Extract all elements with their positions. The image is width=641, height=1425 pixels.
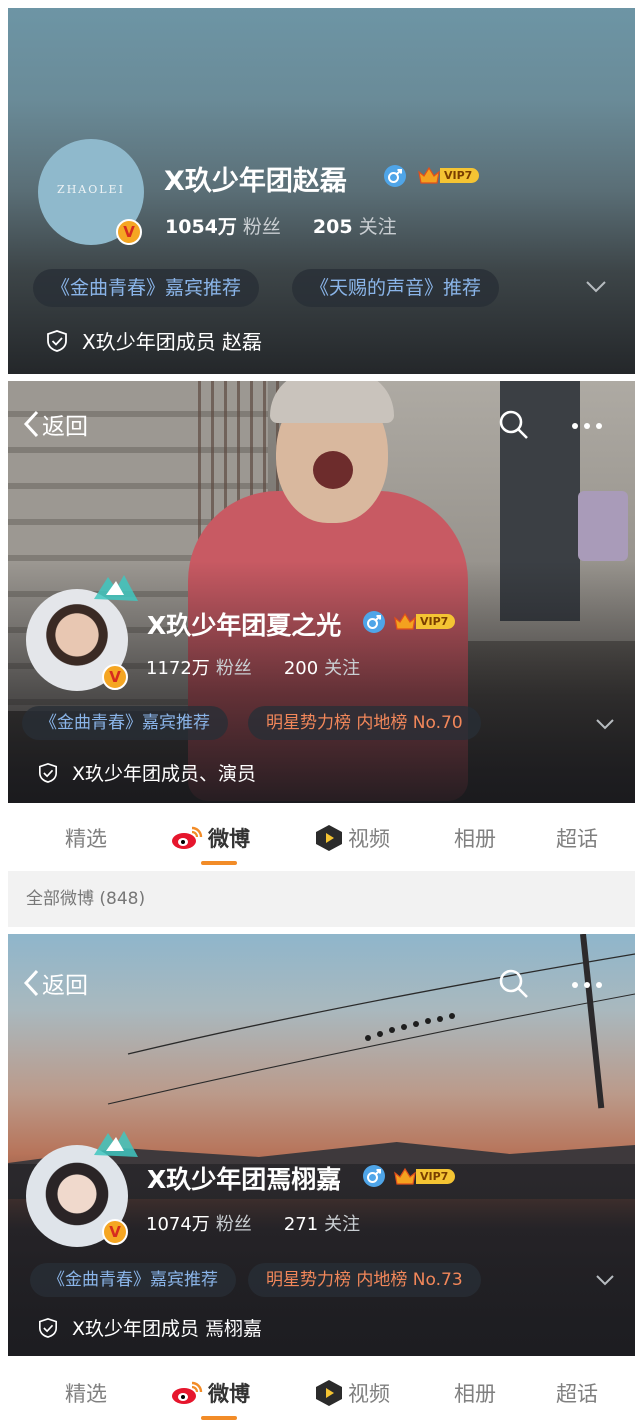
verified-badge-icon: V (102, 1219, 128, 1245)
follow-label: 关注 (324, 1214, 361, 1235)
fans-count: 1054万 (165, 216, 237, 238)
tag-jinqu-qingchun[interactable]: 《金曲青春》嘉宾推荐 (30, 1263, 236, 1297)
avatar-frame-decoration (94, 1131, 138, 1157)
male-icon (363, 611, 385, 633)
chevron-down-icon[interactable] (595, 1274, 615, 1287)
stats-row: 1074万 粉丝 271 关注 (146, 1210, 360, 1236)
tag-jinqu-qingchun[interactable]: 《金曲青春》嘉宾推荐 (33, 269, 260, 307)
back-label: 返回 (42, 414, 88, 440)
verification-text: X玖少年团成员、演员 (72, 763, 257, 785)
profile-header-xiazhiguang: 返回 V X玖少年团夏之光 VIP7 1172万 粉丝 200 关注 《金曲青春》嘉宾… (8, 381, 635, 927)
back-button[interactable]: 返回 (22, 407, 88, 441)
tab-super-topic[interactable]: 超话 (556, 1378, 598, 1408)
follow-count: 205 (312, 216, 353, 238)
verification-text: X玖少年团成员 焉栩嘉 (72, 1318, 263, 1340)
profile-tab-bar: 精选 微博 视频 相册 超话 (8, 1360, 635, 1425)
tag-star-ranking[interactable]: 明星势力榜 内地榜 No.70 (248, 706, 481, 740)
vip-crown-icon (394, 1167, 416, 1185)
vip-crown-icon (418, 166, 440, 184)
weibo-logo-icon (172, 826, 203, 849)
back-label: 返回 (42, 973, 88, 999)
tag-tianci-shengyin[interactable]: 《天赐的声音》推荐 (292, 269, 500, 307)
follow-stat[interactable]: 205 关注 (313, 216, 397, 238)
vip-badge[interactable]: VIP7 (394, 612, 456, 630)
vip-level: VIP7 (440, 167, 480, 183)
follow-label: 关注 (324, 658, 361, 679)
verification-row: X玖少年团成员、演员 (38, 759, 256, 786)
tab-featured[interactable]: 精选 (65, 823, 107, 853)
fans-label: 粉丝 (242, 216, 281, 238)
back-button[interactable]: 返回 (22, 966, 88, 1000)
tab-weibo-label: 微博 (208, 827, 250, 851)
verification-row: X玖少年团成员 赵磊 (46, 326, 262, 355)
profile-header-yanxujia: 返回 V X玖少年团焉栩嘉 VIP7 1074万 粉丝 271 关注 《金曲青春》嘉宾… (8, 934, 635, 1425)
chevron-down-icon[interactable] (585, 280, 607, 294)
shield-check-icon (39, 762, 57, 783)
avatar-frame-decoration (94, 575, 138, 601)
tab-featured[interactable]: 精选 (65, 1378, 107, 1408)
verified-badge-icon: V (102, 664, 128, 690)
follow-count: 200 (283, 658, 319, 679)
tab-weibo[interactable]: 微博 (170, 823, 250, 853)
search-icon[interactable] (498, 968, 530, 1000)
tab-video-label: 视频 (348, 1382, 390, 1406)
fans-count: 1074万 (146, 1214, 210, 1235)
tag-jinqu-qingchun[interactable]: 《金曲青春》嘉宾推荐 (22, 706, 228, 740)
stats-row: 1172万 粉丝 200 关注 (146, 654, 360, 680)
stats-row: 1054万 粉丝 205 关注 (165, 212, 397, 239)
follow-label: 关注 (358, 216, 397, 238)
follow-stat[interactable]: 271 关注 (284, 1214, 360, 1235)
more-icon[interactable] (570, 968, 604, 1000)
tag-star-ranking[interactable]: 明星势力榜 内地榜 No.73 (248, 1263, 481, 1297)
back-arrow-icon (23, 410, 39, 438)
video-play-icon (316, 825, 342, 851)
vip-level: VIP7 (416, 613, 456, 629)
more-icon[interactable] (570, 409, 604, 441)
verification-text: X玖少年团成员 赵磊 (82, 330, 263, 354)
verified-badge-icon: V (116, 219, 142, 245)
top-nav-bar: 返回 (8, 381, 635, 473)
verification-row: X玖少年团成员 焉栩嘉 (38, 1314, 262, 1341)
tab-video[interactable]: 视频 (314, 823, 390, 853)
tab-weibo-label: 微博 (208, 1382, 250, 1406)
vip-level: VIP7 (416, 1168, 456, 1184)
fans-count: 1172万 (146, 658, 210, 679)
vip-crown-icon (394, 612, 416, 630)
profile-tab-bar: 精选 微博 视频 相册 超话 (8, 805, 635, 871)
tab-super-topic[interactable]: 超话 (556, 823, 598, 853)
male-icon (363, 1165, 385, 1187)
fans-stat[interactable]: 1074万 粉丝 (146, 1214, 252, 1235)
video-play-icon (316, 1380, 342, 1406)
user-name: X玖少年团夏之光 (147, 611, 342, 640)
avatar-logo-text: ZHAOLEI (57, 183, 125, 196)
top-nav-bar: 返回 (8, 934, 635, 1026)
profile-header-zhaolei: ZHAOLEI V X玖少年团赵磊 VIP7 1054万 粉丝 205 关注 《金曲青… (8, 8, 635, 374)
user-name: X玖少年团赵磊 (164, 166, 347, 197)
male-icon (384, 165, 406, 187)
fans-label: 粉丝 (215, 1214, 252, 1235)
chevron-down-icon[interactable] (595, 718, 615, 731)
tab-album[interactable]: 相册 (454, 1378, 496, 1408)
tab-video-label: 视频 (348, 827, 390, 851)
fans-stat[interactable]: 1172万 粉丝 (146, 658, 252, 679)
tab-album[interactable]: 相册 (454, 823, 496, 853)
fans-label: 粉丝 (215, 658, 252, 679)
vip-badge[interactable]: VIP7 (418, 166, 480, 184)
user-name: X玖少年团焉栩嘉 (147, 1165, 342, 1194)
back-arrow-icon (23, 969, 39, 997)
follow-stat[interactable]: 200 关注 (284, 658, 360, 679)
active-tab-indicator (201, 1416, 237, 1420)
tab-weibo[interactable]: 微博 (170, 1378, 250, 1408)
tab-video[interactable]: 视频 (314, 1378, 390, 1408)
weibo-count-bar: 全部微博 (848) (8, 871, 635, 927)
fans-stat[interactable]: 1054万 粉丝 (165, 216, 281, 238)
active-tab-indicator (201, 861, 237, 865)
search-icon[interactable] (498, 409, 530, 441)
shield-check-icon (47, 329, 67, 352)
shield-check-icon (39, 1317, 57, 1338)
weibo-logo-icon (172, 1381, 203, 1404)
follow-count: 271 (283, 1214, 319, 1235)
vip-badge[interactable]: VIP7 (394, 1167, 456, 1185)
